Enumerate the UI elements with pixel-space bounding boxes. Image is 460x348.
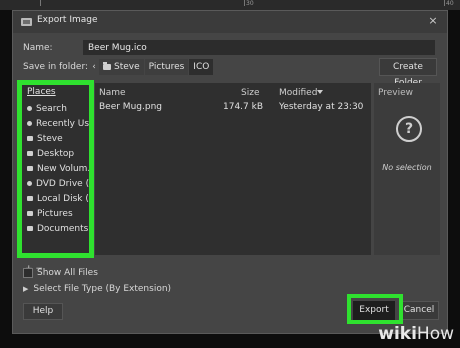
file-modified: Yesterday at 23:30 — [279, 102, 364, 112]
column-header-modified[interactable]: Modified — [279, 88, 317, 98]
folder-icon — [103, 62, 111, 70]
ruler-tick — [444, 0, 445, 6]
export-image-dialog: Export Image × Name: Beer Mug.ico Save i… — [12, 10, 448, 334]
wikihow-watermark: wikiHow — [378, 324, 454, 344]
file-list[interactable]: Name Size Modified Beer Mug.png 174.7 kB… — [95, 83, 371, 255]
preview-title: Preview — [378, 88, 414, 98]
folder-breadcrumb: ‹ Steve Pictures ICO — [89, 59, 214, 75]
show-all-files-label: Show All Files — [37, 268, 98, 278]
places-highlight-box — [17, 80, 94, 258]
ruler-number: 30 — [246, 0, 254, 7]
ruler-tick — [244, 0, 245, 6]
ruler-number: 40 — [446, 0, 454, 7]
column-header-size[interactable]: Size — [241, 88, 259, 98]
breadcrumb-item-ico[interactable]: ICO — [189, 59, 214, 75]
name-label: Name: — [23, 43, 53, 53]
show-all-files-checkbox[interactable]: Show All Files — [23, 268, 98, 278]
preview-status: No selection — [382, 163, 432, 172]
close-icon[interactable]: × — [427, 15, 439, 27]
file-size: 174.7 kB — [223, 102, 264, 112]
watermark-wiki: wiki — [378, 324, 417, 344]
gimp-ruler: 30 40 — [0, 0, 460, 10]
select-file-type-label: Select File Type (By Extension) — [33, 284, 172, 294]
cancel-button[interactable]: Cancel — [399, 301, 439, 320]
save-in-folder-label: Save in folder: — [23, 62, 89, 72]
breadcrumb-back-icon[interactable]: ‹ — [89, 59, 99, 75]
checkbox-box[interactable] — [23, 268, 33, 278]
ruler-tick — [40, 0, 41, 6]
sort-arrow-icon — [317, 90, 323, 94]
help-button[interactable]: Help — [23, 303, 63, 320]
create-folder-button[interactable]: Create Folder — [379, 58, 437, 88]
file-row[interactable]: Beer Mug.png 174.7 kB Yesterday at 23:30 — [95, 101, 371, 115]
preview-panel: Preview ? No selection — [374, 83, 440, 255]
gimp-app-icon — [21, 18, 32, 26]
watermark-how: How — [416, 324, 454, 344]
breadcrumb-label: ICO — [193, 62, 210, 72]
breadcrumb-label: Pictures — [148, 62, 185, 72]
dialog-title: Export Image — [37, 15, 98, 25]
screen: 30 40 Export Image × Name: Beer Mug.ico … — [0, 0, 460, 348]
file-name: Beer Mug.png — [99, 102, 162, 112]
breadcrumb-item-pictures[interactable]: Pictures — [144, 59, 189, 75]
question-icon: ? — [396, 116, 422, 142]
filename-input[interactable]: Beer Mug.ico — [83, 40, 435, 55]
breadcrumb-item-steve[interactable]: Steve — [99, 59, 144, 75]
breadcrumb-label: Steve — [114, 62, 140, 72]
expander-arrow-icon: ▶ — [23, 285, 29, 293]
export-highlight-box — [347, 294, 403, 324]
dialog-titlebar[interactable]: Export Image × — [13, 11, 447, 33]
column-header-name[interactable]: Name — [99, 88, 126, 98]
select-file-type-expander[interactable]: ▶ Select File Type (By Extension) — [23, 284, 171, 294]
